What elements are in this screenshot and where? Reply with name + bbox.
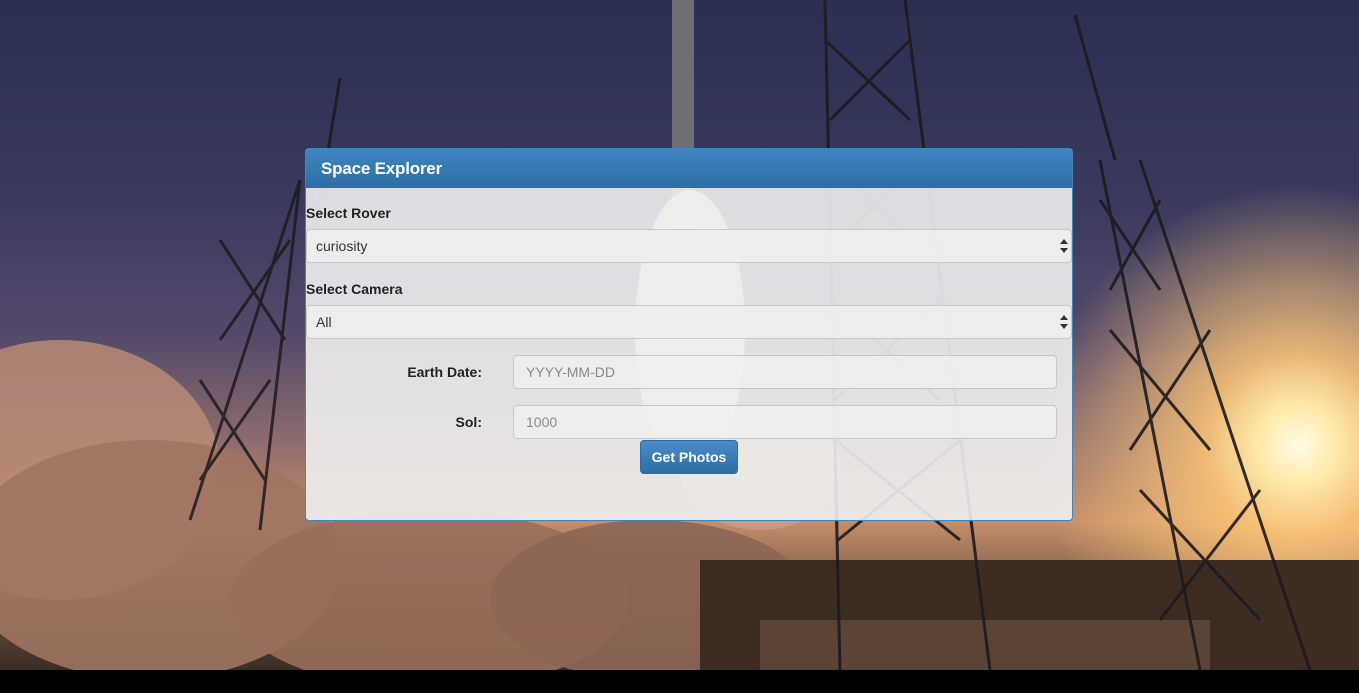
page-bottom-bar <box>0 670 1359 693</box>
space-explorer-panel: Space Explorer Select Rover curiosity Se… <box>305 148 1073 521</box>
sol-label: Sol: <box>455 414 482 430</box>
select-arrows-icon <box>1060 239 1068 253</box>
panel-body: Select Rover curiosity Select Camera All… <box>306 188 1072 520</box>
get-photos-button[interactable]: Get Photos <box>640 440 738 474</box>
earth-date-input[interactable]: YYYY-MM-DD <box>513 355 1057 389</box>
rover-select[interactable]: curiosity <box>306 229 1072 263</box>
select-camera-label: Select Camera <box>306 281 403 297</box>
earth-date-label: Earth Date: <box>407 364 482 380</box>
rover-select-value: curiosity <box>316 238 368 254</box>
panel-title: Space Explorer <box>306 149 1072 188</box>
select-rover-label: Select Rover <box>306 205 391 221</box>
earth-date-placeholder: YYYY-MM-DD <box>526 364 615 380</box>
camera-select[interactable]: All <box>306 305 1072 339</box>
sol-placeholder: 1000 <box>526 414 558 430</box>
camera-select-value: All <box>316 314 332 330</box>
select-arrows-icon <box>1060 315 1068 329</box>
sol-input[interactable]: 1000 <box>513 405 1057 439</box>
